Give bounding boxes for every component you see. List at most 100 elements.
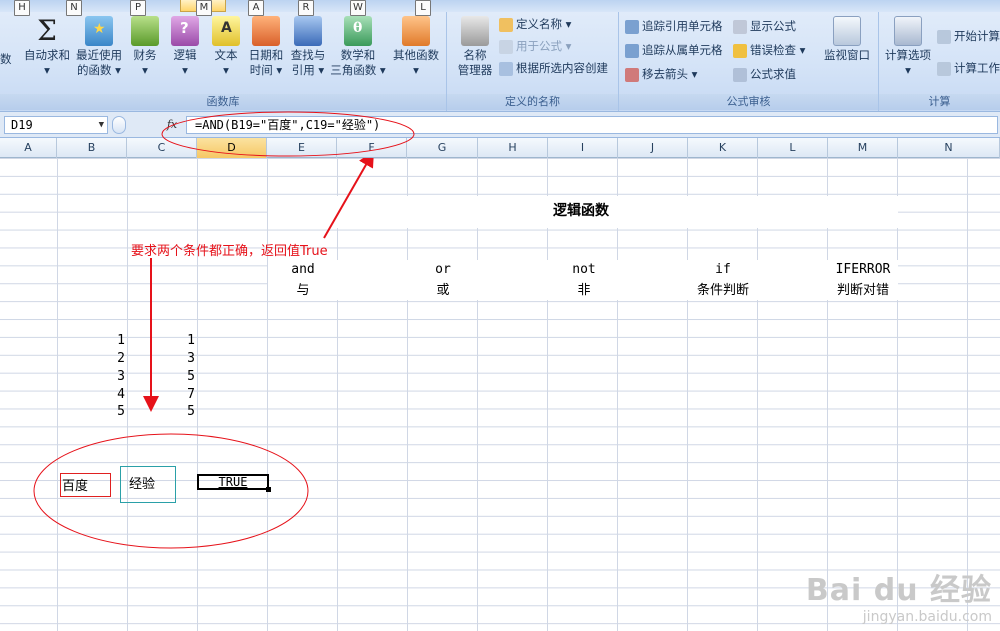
cell-b-5[interactable]: 5 — [57, 404, 125, 419]
financial-book-icon — [131, 16, 159, 46]
sheet-title: 逻辑函数 — [553, 203, 609, 219]
calculation-options-button[interactable]: 计算选项 ▾ — [881, 16, 935, 78]
logical-dropdown: ▾ — [182, 63, 188, 77]
trace-dependents-button[interactable]: 追踪从属单元格 — [625, 40, 723, 60]
function-name-2[interactable]: not — [544, 262, 624, 277]
watermark-url: jingyan.baidu.com — [862, 609, 992, 625]
text-functions-button[interactable]: A 文本 ▾ — [208, 16, 244, 78]
function-name-4[interactable]: IFERROR — [823, 262, 903, 277]
function-name-0[interactable]: and — [263, 262, 343, 277]
column-header-j[interactable]: J — [618, 138, 688, 158]
autosum-dropdown: ▾ — [44, 63, 50, 77]
function-meaning-0[interactable]: 与 — [263, 279, 343, 298]
error-checking-button[interactable]: 错误检查 ▾ — [733, 40, 805, 60]
column-header-g[interactable]: G — [407, 138, 478, 158]
insert-function-partial[interactable]: 数 — [0, 52, 14, 67]
financial-dropdown: ▾ — [142, 63, 148, 77]
cell-b-1[interactable]: 1 — [57, 333, 125, 348]
ribbon: H N P M A R W L 数 Σ 自动求和 ▾ ★ 最近使用 的函数 ▾ … — [0, 0, 1000, 112]
name-box-value: D19 — [11, 118, 33, 132]
column-header-c[interactable]: C — [127, 138, 197, 158]
column-header-l[interactable]: L — [758, 138, 828, 158]
cell-d19-active[interactable]: TRUE — [197, 474, 269, 490]
cell-b-2[interactable]: 2 — [57, 351, 125, 366]
calc-sheet-icon — [937, 61, 951, 76]
cell-c-2[interactable]: 3 — [127, 351, 195, 366]
sigma-icon: Σ — [37, 14, 57, 47]
calculate-sheet-label: 计算工作 — [954, 61, 1000, 75]
error-checking-label: 错误检查 ▾ — [750, 43, 806, 57]
ribbon-tab-strip — [0, 0, 1000, 12]
define-name-button[interactable]: 定义名称 ▾ — [499, 14, 571, 34]
trace-precedents-label: 追踪引用单元格 — [642, 19, 723, 33]
column-headers: ABCDEFGHIJKLMN — [0, 138, 1000, 158]
recent-functions-label: 最近使用 — [76, 48, 122, 62]
formula-bar: D19 ▼ fx =AND(B19="百度",C19="经验") — [0, 112, 1000, 138]
name-manager-button[interactable]: 名称 管理器 — [451, 16, 499, 78]
magnifier-book-icon — [294, 16, 322, 46]
name-box[interactable]: D19 ▼ — [4, 116, 108, 134]
cell-b-3[interactable]: 3 — [57, 369, 125, 384]
autosum-button[interactable]: Σ 自动求和 ▾ — [20, 16, 74, 78]
show-formulas-label: 显示公式 — [750, 19, 796, 33]
fill-handle[interactable] — [266, 487, 271, 492]
formula-input[interactable]: =AND(B19="百度",C19="经验") — [186, 116, 998, 134]
math-trig-button[interactable]: θ 数学和 三角函数 ▾ — [330, 16, 386, 78]
fx-small-icon — [499, 39, 513, 54]
text-functions-dropdown: ▾ — [223, 63, 229, 77]
column-header-m[interactable]: M — [828, 138, 898, 158]
name-manager-icon — [461, 16, 489, 46]
evaluate-formula-button[interactable]: 公式求值 — [733, 64, 796, 84]
more-functions-dropdown: ▾ — [413, 63, 419, 77]
function-name-1[interactable]: or — [403, 262, 483, 277]
column-header-k[interactable]: K — [688, 138, 758, 158]
date-time-button[interactable]: 日期和 时间 ▾ — [246, 16, 286, 78]
name-manager-label-2: 管理器 — [457, 63, 493, 77]
calculate-sheet-button[interactable]: 计算工作 — [937, 58, 1000, 78]
math-trig-label: 数学和 — [340, 48, 376, 62]
cell-c-1[interactable]: 1 — [127, 333, 195, 348]
use-in-formula-button[interactable]: 用于公式 ▾ — [499, 36, 571, 56]
error-check-icon — [733, 43, 747, 58]
lookup-reference-dropdown: 引用 ▾ — [291, 63, 325, 77]
group-formula-auditing: 追踪引用单元格 追踪从属单元格 移去箭头 ▾ 显示公式 错误检查 ▾ 公式求值 … — [619, 12, 879, 111]
theta-book-icon: θ — [344, 16, 372, 46]
create-from-selection-label: 根据所选内容创建 — [516, 61, 608, 75]
group-label-calculation: 计算 — [879, 94, 1000, 110]
logical-button[interactable]: ? 逻辑 ▾ — [166, 16, 204, 78]
watch-window-button[interactable]: 监视窗口 — [819, 16, 875, 63]
show-formulas-button[interactable]: 显示公式 — [733, 16, 796, 36]
function-meaning-2[interactable]: 非 — [544, 279, 624, 298]
column-header-f[interactable]: F — [337, 138, 407, 158]
column-header-b[interactable]: B — [57, 138, 127, 158]
cell-b19[interactable]: 百度 — [60, 473, 111, 497]
recent-functions-button[interactable]: ★ 最近使用 的函数 ▾ — [72, 16, 126, 78]
cell-c-4[interactable]: 7 — [127, 387, 195, 402]
column-header-a[interactable]: A — [0, 138, 57, 158]
more-functions-button[interactable]: 其他函数 ▾ — [388, 16, 444, 78]
formula-bar-splitter-handle[interactable] — [112, 116, 126, 134]
insert-function-fx-button[interactable]: fx — [163, 116, 181, 134]
create-from-selection-button[interactable]: 根据所选内容创建 — [499, 58, 608, 78]
cell-c-3[interactable]: 5 — [127, 369, 195, 384]
column-header-e[interactable]: E — [267, 138, 337, 158]
function-meaning-3[interactable]: 条件判断 — [683, 279, 763, 298]
cell-c-5[interactable]: 5 — [127, 404, 195, 419]
column-header-d[interactable]: D — [197, 138, 267, 158]
calculate-now-button[interactable]: 开始计算 — [937, 26, 1000, 46]
calculation-options-label: 计算选项 — [885, 48, 931, 62]
worksheet-grid[interactable]: 逻辑函数 and 与 or 或 not 非 if 条件判断 IFERROR 判断对错 123451… — [0, 158, 1000, 631]
chevron-down-icon[interactable]: ▼ — [99, 117, 104, 133]
cell-c19[interactable]: 经验 — [120, 466, 176, 503]
column-header-h[interactable]: H — [478, 138, 548, 158]
lookup-reference-button[interactable]: 查找与 引用 ▾ — [288, 16, 328, 78]
column-header-i[interactable]: I — [548, 138, 618, 158]
column-header-n[interactable]: N — [898, 138, 1000, 158]
function-meaning-4[interactable]: 判断对错 — [823, 279, 903, 298]
financial-button[interactable]: 财务 ▾ — [128, 16, 162, 78]
remove-arrows-button[interactable]: 移去箭头 ▾ — [625, 64, 697, 84]
function-name-3[interactable]: if — [683, 262, 763, 277]
trace-precedents-button[interactable]: 追踪引用单元格 — [625, 16, 723, 36]
cell-b-4[interactable]: 4 — [57, 387, 125, 402]
function-meaning-1[interactable]: 或 — [403, 279, 483, 298]
